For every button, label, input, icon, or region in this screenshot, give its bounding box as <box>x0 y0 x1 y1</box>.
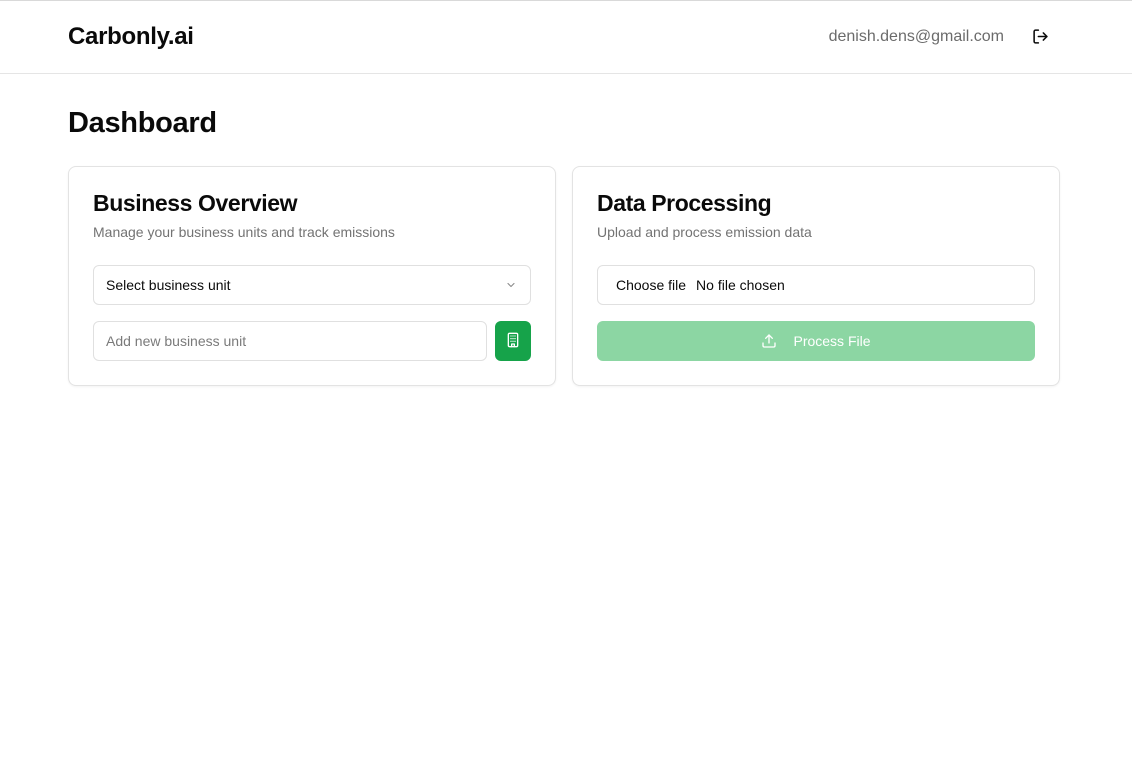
data-processing-card: Data Processing Upload and process emiss… <box>572 166 1060 386</box>
brand-logo[interactable]: Carbonly.ai <box>68 23 194 51</box>
process-file-label: Process File <box>793 333 871 349</box>
logout-button[interactable] <box>1028 26 1052 50</box>
business-overview-subtitle: Manage your business units and track emi… <box>93 224 395 240</box>
new-business-unit-input[interactable] <box>93 321 487 361</box>
business-overview-card: Business Overview Manage your business u… <box>68 166 556 386</box>
user-email: denish.dens@gmail.com <box>828 28 1004 45</box>
add-business-unit-button[interactable] <box>495 321 531 361</box>
chevron-down-icon <box>504 278 518 292</box>
business-overview-title: Business Overview <box>93 190 298 216</box>
top-navbar: Carbonly.ai denish.dens@gmail.com <box>0 0 1132 74</box>
upload-icon <box>761 333 777 349</box>
business-unit-select-value: Select business unit <box>106 277 231 293</box>
logout-icon <box>1032 28 1049 48</box>
data-processing-subtitle: Upload and process emission data <box>597 224 812 240</box>
file-upload-input[interactable]: Choose file No file chosen <box>597 265 1035 305</box>
business-unit-select[interactable]: Select business unit <box>93 265 531 305</box>
building-icon <box>505 332 521 351</box>
file-status-text: No file chosen <box>696 277 785 293</box>
page-title: Dashboard <box>68 107 217 139</box>
process-file-button[interactable]: Process File <box>597 321 1035 361</box>
choose-file-button[interactable]: Choose file <box>616 277 686 293</box>
data-processing-title: Data Processing <box>597 190 772 216</box>
